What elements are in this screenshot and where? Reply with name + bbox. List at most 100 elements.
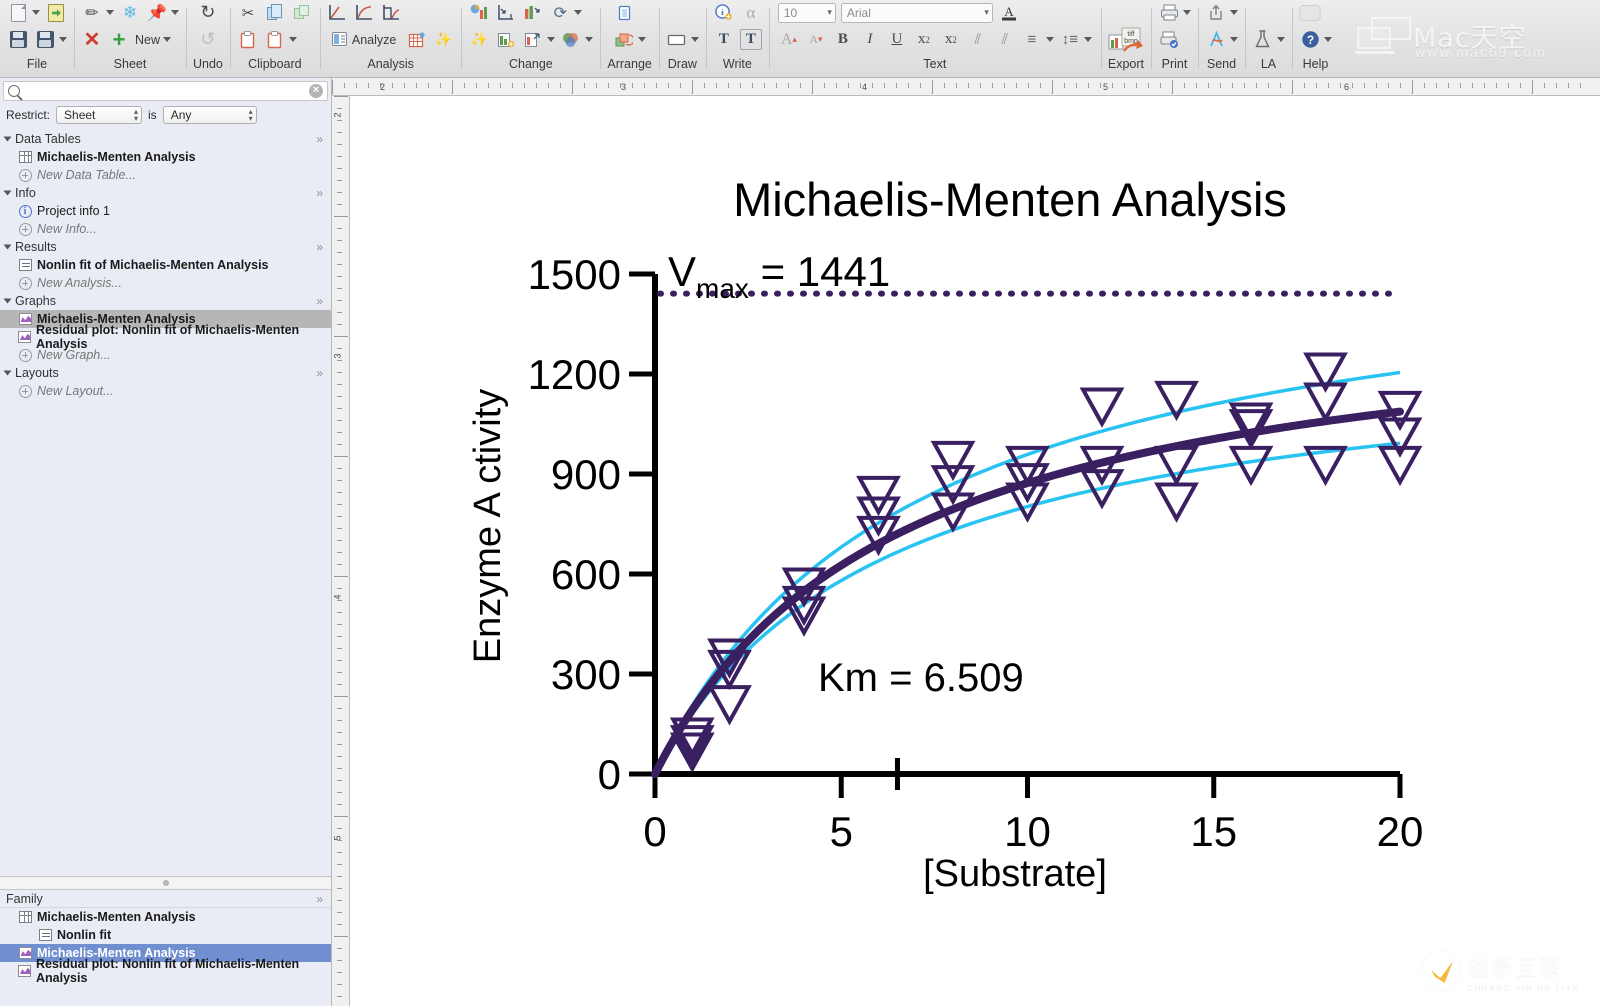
- send-app-icon[interactable]: [1205, 29, 1227, 50]
- pin-icon[interactable]: 📌: [146, 2, 168, 23]
- graph-canvas[interactable]: Michaelis-Menten Analysis 0 300 600 900 1200…: [350, 96, 1600, 1006]
- restrict-scope-select[interactable]: Sheet ▴ ▾: [56, 106, 143, 124]
- font-size-select[interactable]: 10 ▾: [777, 2, 836, 23]
- new-sheet-caret-icon[interactable]: [163, 37, 172, 42]
- new-document-icon[interactable]: [7, 2, 29, 23]
- family-item-data-table[interactable]: Michaelis-Menten Analysis: [0, 908, 331, 926]
- share-caret-icon[interactable]: [1230, 10, 1238, 15]
- disclosure-triangle-icon[interactable]: [3, 244, 12, 250]
- tree-section-graphs[interactable]: Graphs »: [0, 292, 331, 310]
- rotate-right-icon[interactable]: ⫽: [994, 29, 1016, 50]
- expand-chevron-icon[interactable]: »: [316, 366, 323, 380]
- tree-item-project-info[interactable]: i Project info 1: [0, 202, 331, 220]
- rectangle-shape-icon[interactable]: [666, 29, 688, 50]
- resize-caret-icon[interactable]: [547, 37, 556, 42]
- horizontal-ruler[interactable]: 2 3 4 5 6: [332, 78, 1600, 96]
- save-as-caret-icon[interactable]: [59, 37, 67, 42]
- tree-section-info[interactable]: Info »: [0, 184, 331, 202]
- family-item-residual-plot[interactable]: Residual plot: Nonlin fit of Michaelis-M…: [0, 957, 331, 985]
- align-icon[interactable]: ≡: [1021, 29, 1043, 50]
- expand-chevron-icon[interactable]: »: [316, 132, 323, 146]
- pencil-caret-icon[interactable]: [106, 10, 114, 15]
- tree-item-new-info[interactable]: New Info...: [0, 220, 331, 238]
- data-point-marker[interactable]: [930, 440, 976, 482]
- save-icon[interactable]: [7, 29, 29, 50]
- restrict-filter-select[interactable]: Any ▴ ▾: [162, 106, 257, 124]
- tree-item-new-layout[interactable]: New Layout...: [0, 382, 331, 400]
- redo-icon[interactable]: ↻: [197, 2, 219, 23]
- search-input[interactable]: [25, 84, 309, 98]
- export-image-icon[interactable]: tiff bmp: [1108, 27, 1144, 53]
- bring-front-icon[interactable]: [613, 2, 635, 23]
- new-document-caret-icon[interactable]: [32, 10, 40, 15]
- tree-item-new-analysis[interactable]: New Analysis...: [0, 274, 331, 292]
- expand-chevron-icon[interactable]: »: [316, 294, 323, 308]
- align-caret-icon[interactable]: [1045, 37, 1054, 42]
- color-overlap-caret-icon[interactable]: [585, 37, 594, 42]
- expand-chevron-icon[interactable]: »: [316, 186, 323, 200]
- insert-info-icon[interactable]: [713, 2, 735, 23]
- tree-item-new-data-table[interactable]: New Data Table...: [0, 166, 331, 184]
- disclosure-triangle-icon[interactable]: [3, 190, 12, 196]
- print-preview-icon[interactable]: [1158, 29, 1180, 50]
- help-question-icon[interactable]: ?: [1299, 29, 1321, 50]
- copy-icon[interactable]: [264, 2, 286, 23]
- refresh-icon[interactable]: ⟳: [549, 2, 571, 23]
- chart-type-icon[interactable]: [468, 2, 490, 23]
- blank-button-icon[interactable]: [1299, 2, 1321, 23]
- bold-icon[interactable]: B: [832, 29, 854, 50]
- results-table-icon[interactable]: [405, 29, 427, 50]
- group-objects-caret-icon[interactable]: [638, 37, 647, 42]
- tree-section-results[interactable]: Results »: [0, 238, 331, 256]
- axis-scale-icon[interactable]: [495, 2, 517, 23]
- resize-icon[interactable]: [522, 29, 544, 50]
- subscript-icon[interactable]: x2: [940, 29, 962, 50]
- linear-regression-icon[interactable]: [327, 2, 349, 23]
- italic-icon[interactable]: I: [859, 29, 881, 50]
- analyze-button[interactable]: Analyze: [327, 28, 400, 51]
- delete-x-icon[interactable]: ✕: [81, 29, 103, 50]
- new-plus-icon[interactable]: +: [108, 28, 130, 50]
- line-spacing-icon[interactable]: ↕≡: [1059, 29, 1081, 50]
- flask-icon[interactable]: [1252, 29, 1274, 50]
- expand-chevron-icon[interactable]: »: [316, 240, 323, 254]
- add-data-icon[interactable]: [495, 29, 517, 50]
- group-objects-icon[interactable]: [613, 29, 635, 50]
- underline-icon[interactable]: U: [886, 29, 908, 50]
- share-icon[interactable]: [1205, 2, 1227, 23]
- flask-caret-icon[interactable]: [1277, 37, 1285, 42]
- clear-search-icon[interactable]: ×: [309, 84, 323, 98]
- disclosure-triangle-icon[interactable]: [3, 298, 12, 304]
- data-point-marker[interactable]: [1154, 482, 1199, 523]
- refresh-caret-icon[interactable]: [574, 10, 583, 15]
- data-point-marker[interactable]: [1079, 387, 1125, 428]
- print-caret-icon[interactable]: [1183, 10, 1191, 15]
- paste-caret-icon[interactable]: [288, 37, 297, 42]
- tree-item-data-table[interactable]: Michaelis-Menten Analysis: [0, 148, 331, 166]
- vertical-ruler[interactable]: 23456: [332, 96, 350, 1006]
- font-color-icon[interactable]: A: [998, 2, 1020, 23]
- disclosure-triangle-icon[interactable]: [3, 136, 12, 142]
- text-box-icon[interactable]: T: [739, 29, 762, 50]
- text-tool-icon[interactable]: T: [713, 29, 735, 50]
- data-point-markers[interactable]: [669, 352, 1423, 773]
- family-item-nonlin-fit[interactable]: Nonlin fit: [0, 926, 331, 944]
- curve-fit-icon[interactable]: [354, 2, 376, 23]
- search-field[interactable]: ×: [3, 81, 328, 101]
- paste-icon[interactable]: [237, 29, 259, 50]
- data-point-marker[interactable]: [707, 685, 752, 726]
- snowflake-icon[interactable]: ❄: [119, 2, 141, 23]
- tree-item-graph-residual-plot[interactable]: Residual plot: Nonlin fit of Michaelis-M…: [0, 323, 331, 351]
- sidebar-splitter[interactable]: [0, 876, 331, 890]
- color-overlap-icon[interactable]: [560, 29, 582, 50]
- rotate-left-icon[interactable]: ⫽: [967, 29, 989, 50]
- michaelis-menten-chart[interactable]: Michaelis-Menten Analysis 0 300 600 900 1200…: [350, 96, 1600, 1006]
- disclosure-triangle-icon[interactable]: [3, 370, 12, 376]
- tree-section-data-tables[interactable]: Data Tables »: [0, 130, 331, 148]
- expand-chevron-icon[interactable]: »: [316, 892, 323, 906]
- save-as-icon[interactable]: [34, 29, 56, 50]
- font-family-select[interactable]: Arial ▾: [840, 2, 993, 23]
- pencil-icon[interactable]: ✏: [81, 2, 103, 23]
- paste-special-icon[interactable]: [264, 29, 286, 50]
- line-spacing-caret-icon[interactable]: [1083, 37, 1092, 42]
